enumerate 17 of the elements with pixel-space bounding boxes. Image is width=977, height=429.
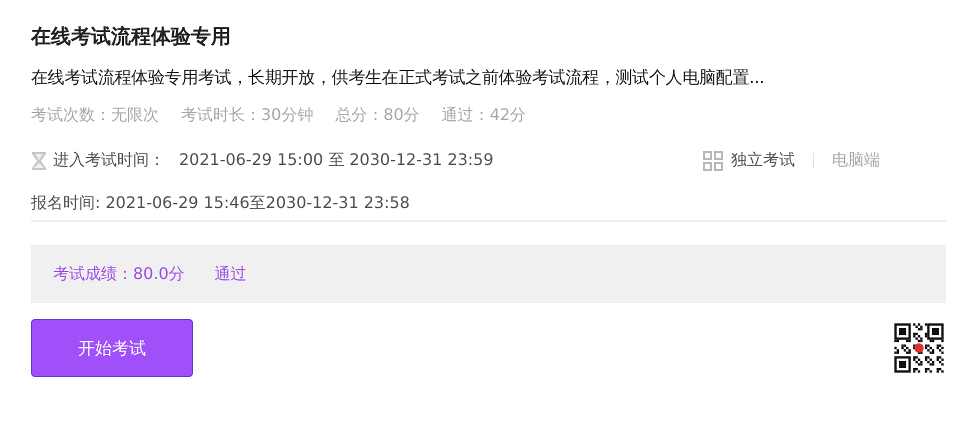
start-exam-button[interactable]: 开始考试	[31, 319, 193, 377]
exam-stat: 通过：42分	[442, 105, 526, 126]
exam-stat: 考试次数：无限次	[31, 105, 159, 126]
exam-score: 考试成绩：80.0分	[53, 264, 185, 284]
signup-time: 报名时间: 2021-06-29 15:46至2030-12-31 23:58	[31, 193, 946, 222]
entry-time-value: 2021-06-29 15:00 至 2030-12-31 23:59	[179, 150, 494, 171]
exam-stat: 总分：80分	[335, 105, 420, 126]
exam-title: 在线考试流程体验专用	[31, 23, 232, 50]
entry-time-label: 进入考试时间：	[53, 150, 165, 171]
qr-code	[892, 321, 946, 375]
exam-stat: 考试时长：30分钟	[181, 105, 314, 126]
hourglass-icon	[31, 150, 47, 170]
grid-icon	[703, 150, 723, 170]
exam-description: 在线考试流程体验专用考试，长期开放，供考生在正式考试之前体验考试流程，测试个人电脑配置...	[31, 67, 766, 89]
exam-tag: 电脑端	[832, 150, 880, 171]
pass-status: 通过	[214, 264, 247, 284]
exam-tag: 独立考试	[731, 150, 795, 171]
